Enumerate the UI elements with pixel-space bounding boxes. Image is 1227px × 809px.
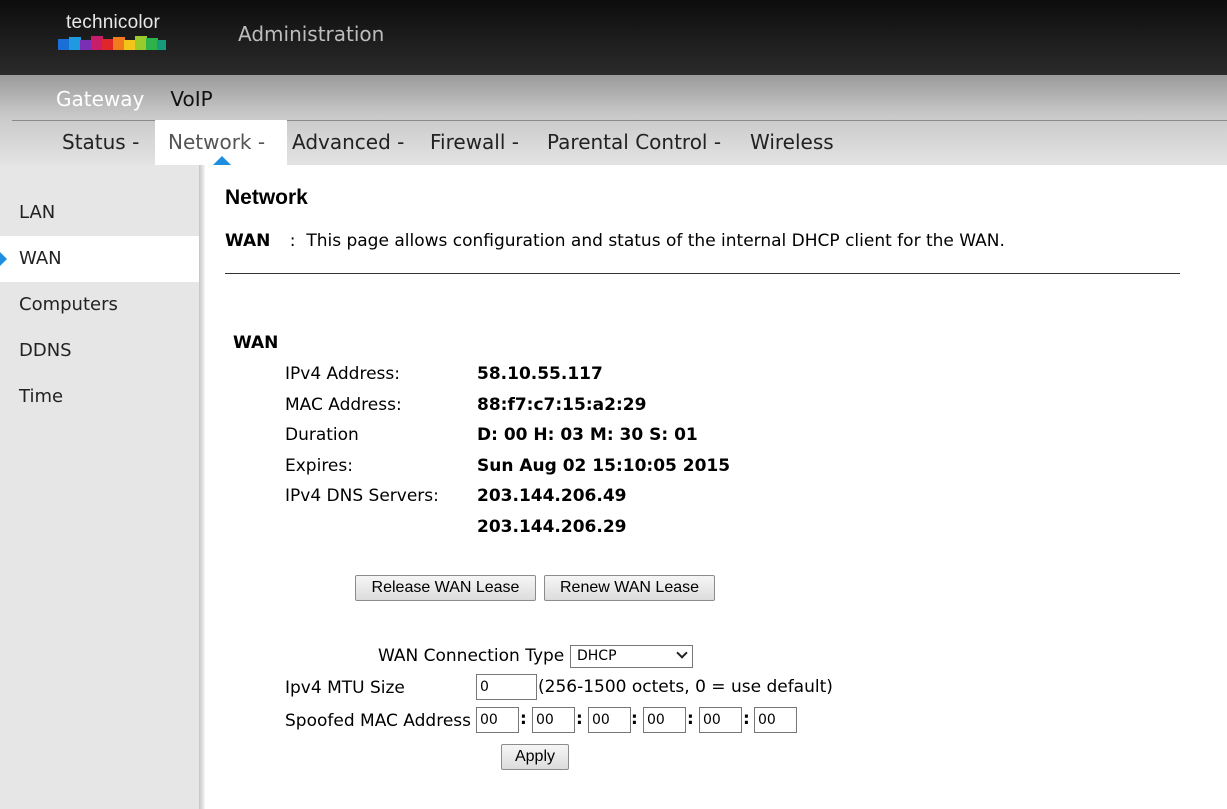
renew-wan-lease-button[interactable]: Renew WAN Lease (544, 575, 715, 601)
sidebar-item-time[interactable]: Time (0, 374, 199, 420)
tab-network-label: Network - (168, 130, 266, 154)
field-row-duration: Duration D: 00 H: 03 M: 30 S: 01 (285, 425, 698, 445)
mtu-input[interactable]: 0 (476, 674, 537, 700)
sidebar-item-label: Computers (19, 294, 118, 315)
sidebar-item-ddns[interactable]: DDNS (0, 328, 199, 374)
mac-separator: : (520, 709, 527, 729)
primary-nav: Gateway VoIP (56, 87, 213, 111)
main-content: Network WAN : This page allows configura… (205, 165, 1227, 809)
description-key: WAN (225, 231, 271, 251)
field-value: 58.10.55.117 (477, 364, 603, 384)
active-tab-pointer-icon (213, 156, 231, 165)
chevron-down-icon (676, 647, 688, 659)
mac-octet-1-input[interactable]: 00 (476, 707, 519, 733)
field-value: 203.144.206.49 (477, 486, 627, 506)
sidebar-item-label: DDNS (19, 340, 72, 361)
mac-octet-3-input[interactable]: 00 (588, 707, 631, 733)
page-description: WAN : This page allows configuration and… (225, 231, 1005, 251)
secondary-nav: Status - Network - Advanced - Firewall -… (0, 120, 1227, 165)
field-label: IPv4 DNS Servers: (285, 486, 439, 506)
field-row-expires: Expires: Sun Aug 02 15:10:05 2015 (285, 456, 730, 476)
connection-type-label: WAN Connection Type (378, 646, 565, 666)
section-title: WAN (233, 333, 279, 353)
sidebar-item-wan[interactable]: WAN (0, 236, 199, 282)
mtu-label: Ipv4 MTU Size (285, 678, 405, 698)
field-label: Duration (285, 425, 359, 445)
field-label: MAC Address: (285, 395, 402, 415)
sidebar-item-label: LAN (19, 202, 56, 223)
admin-title: Administration (238, 22, 385, 46)
mac-octet-5-input[interactable]: 00 (699, 707, 742, 733)
mac-octet-4-input[interactable]: 00 (643, 707, 686, 733)
navigation-bar: Gateway VoIP Status - Network - Advanced… (0, 75, 1227, 165)
technicolor-logo[interactable]: technicolor (58, 12, 168, 56)
description-separator: : (289, 231, 296, 251)
mac-separator: : (743, 709, 750, 729)
sidebar-item-lan[interactable]: LAN (0, 190, 199, 236)
tab-status[interactable]: Status - (62, 120, 139, 165)
spoofed-mac-label: Spoofed MAC Address (285, 711, 471, 731)
field-label: IPv4 Address: (285, 364, 400, 384)
tab-firewall[interactable]: Firewall - (430, 120, 519, 165)
brand-name: technicolor (66, 12, 161, 33)
mtu-hint: (256-1500 octets, 0 = use default) (538, 677, 833, 697)
tab-wireless[interactable]: Wireless (750, 120, 834, 165)
page-title: Network (225, 186, 308, 209)
sidebar-item-computers[interactable]: Computers (0, 282, 199, 328)
field-row-dns: IPv4 DNS Servers: 203.144.206.49 (285, 486, 627, 506)
tab-parental-control[interactable]: Parental Control - (547, 120, 721, 165)
mac-separator: : (576, 709, 583, 729)
field-row-ipv4: IPv4 Address: 58.10.55.117 (285, 364, 603, 384)
nav-voip[interactable]: VoIP (170, 87, 212, 111)
tab-advanced[interactable]: Advanced - (292, 120, 404, 165)
field-value: D: 00 H: 03 M: 30 S: 01 (477, 425, 698, 445)
field-value: Sun Aug 02 15:10:05 2015 (477, 456, 731, 476)
connection-type-select[interactable]: DHCP (570, 645, 693, 668)
field-value: 203.144.206.29 (477, 517, 627, 537)
field-label: Expires: (285, 456, 353, 476)
sidebar: LAN WAN Computers DDNS Time (0, 165, 199, 809)
mac-separator: : (687, 709, 694, 729)
description-text: This page allows configuration and statu… (306, 231, 1005, 251)
divider (225, 273, 1180, 274)
tab-network[interactable]: Network - (155, 120, 287, 165)
field-row-mac: MAC Address: 88:f7:c7:15:a2:29 (285, 395, 646, 415)
mac-octet-2-input[interactable]: 00 (532, 707, 575, 733)
field-row-dns-2: 203.144.206.29 (285, 517, 627, 537)
connection-type-value: DHCP (577, 648, 617, 664)
selected-pointer-icon (0, 252, 7, 266)
color-bars-icon (58, 36, 166, 50)
sidebar-item-label: WAN (19, 248, 62, 269)
field-value: 88:f7:c7:15:a2:29 (477, 395, 647, 415)
release-wan-lease-button[interactable]: Release WAN Lease (355, 575, 536, 601)
apply-button[interactable]: Apply (501, 744, 569, 770)
mac-separator: : (631, 709, 638, 729)
top-header: technicolor Administration (0, 0, 1227, 75)
nav-gateway[interactable]: Gateway (56, 87, 144, 111)
mac-octet-6-input[interactable]: 00 (754, 707, 797, 733)
sidebar-item-label: Time (19, 386, 64, 407)
